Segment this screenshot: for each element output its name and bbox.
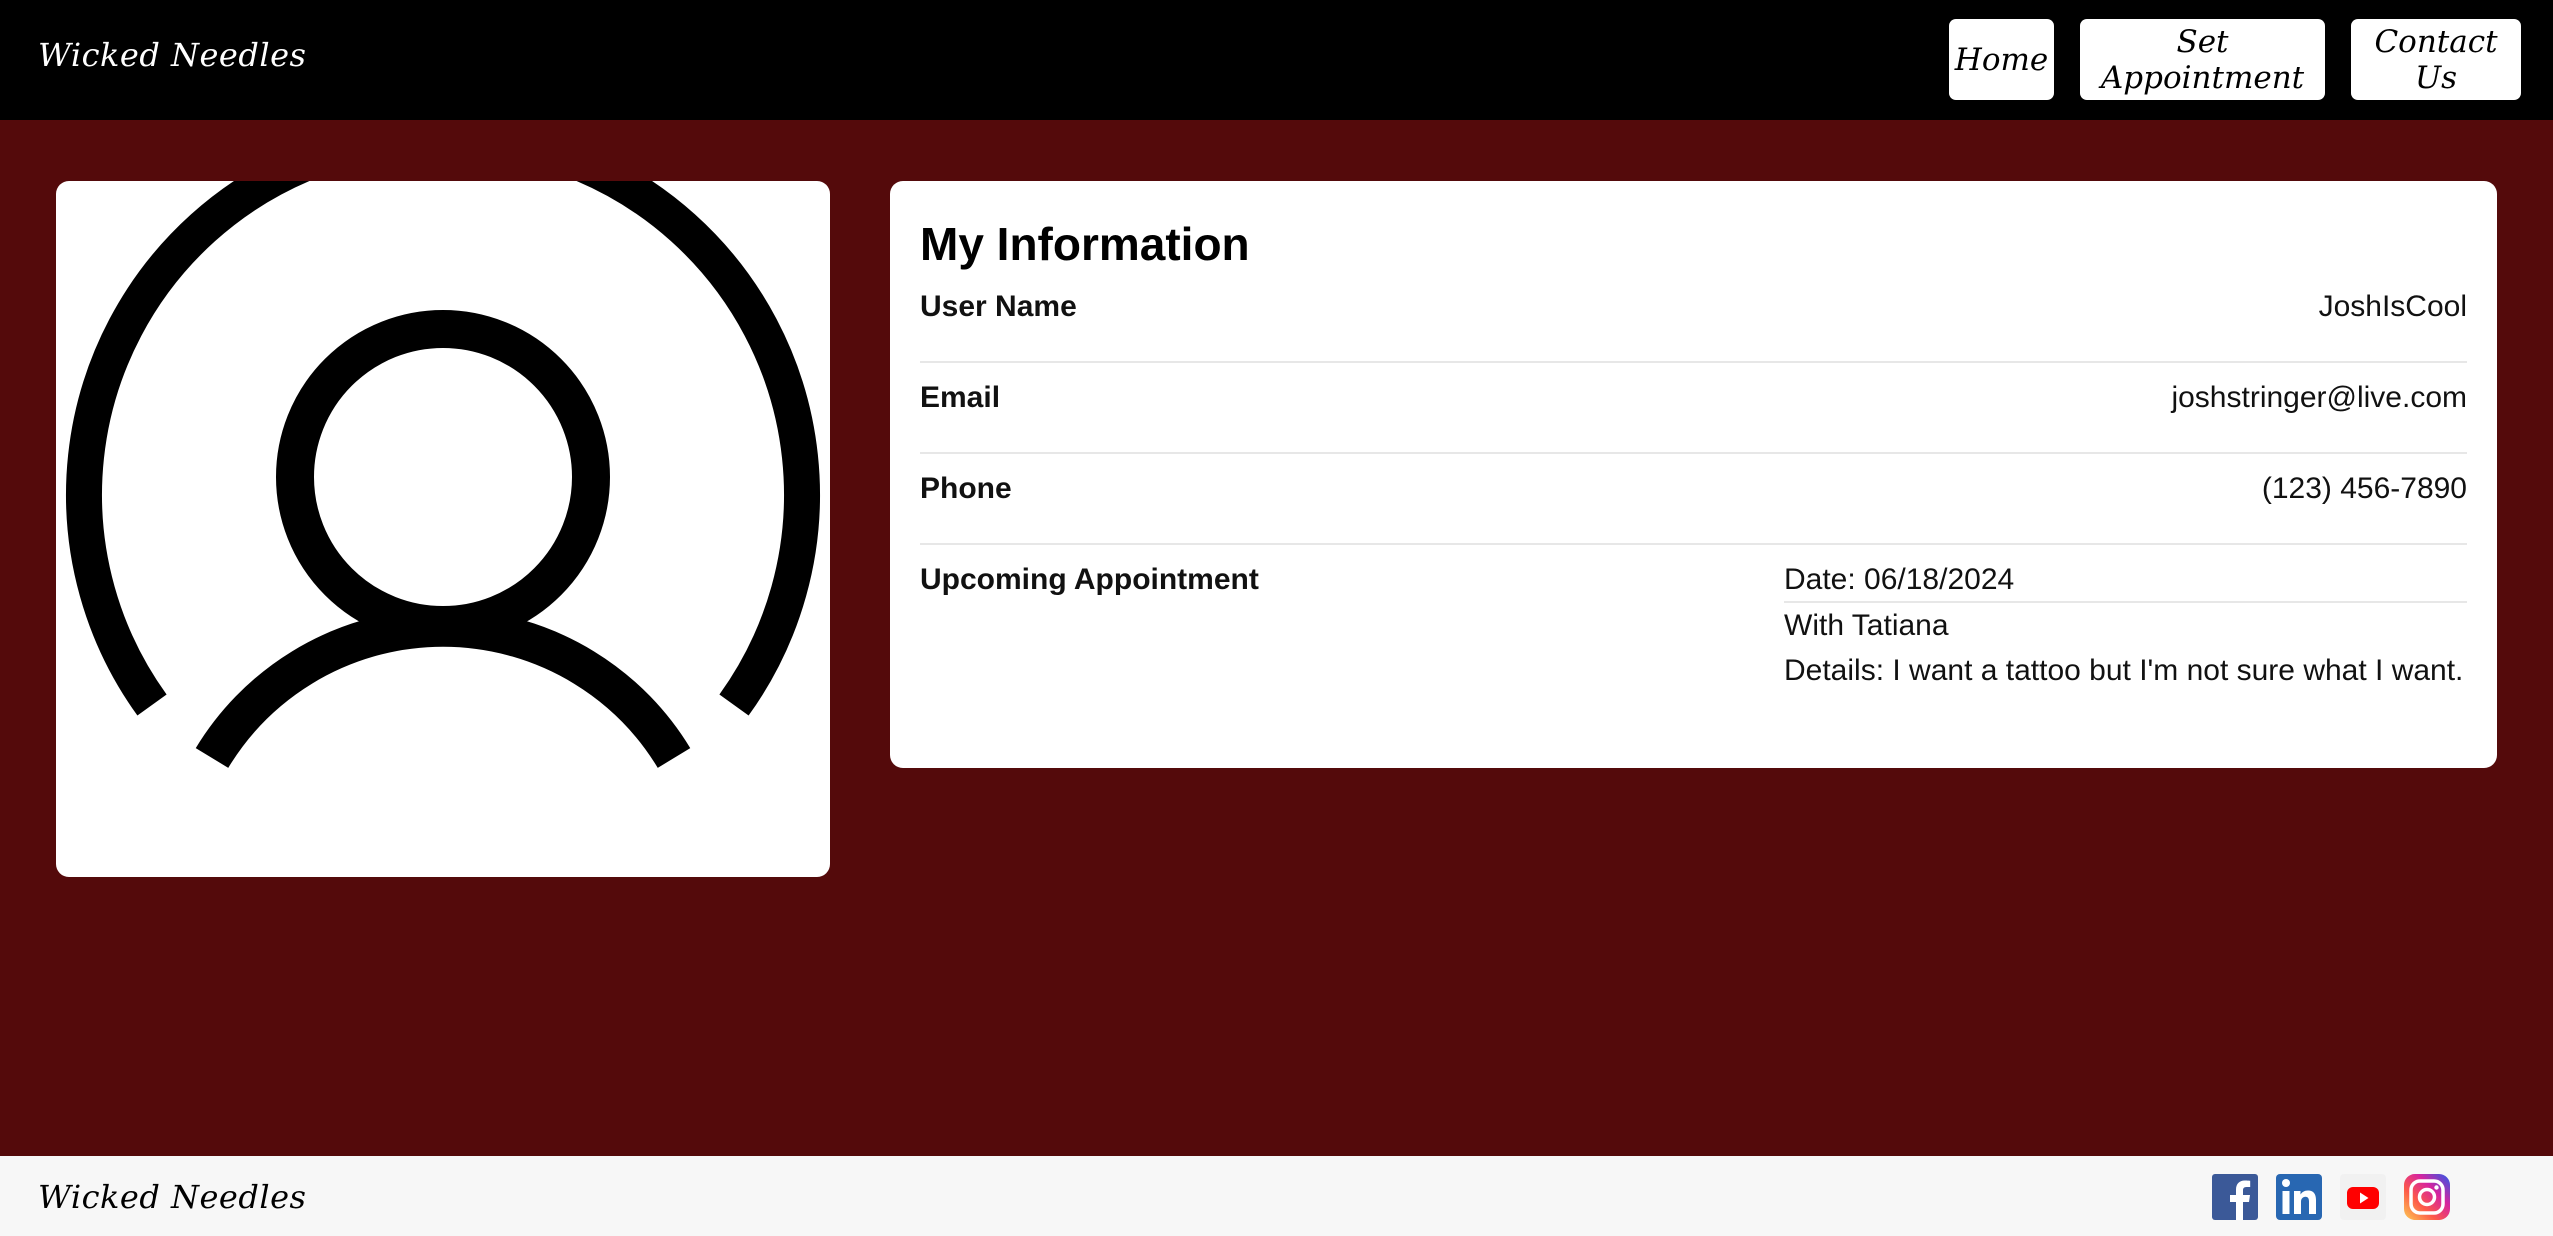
footer-brand: Wicked Needles: [38, 1178, 307, 1216]
appointment-date: Date: 06/18/2024: [1784, 557, 2467, 603]
email-row: Email joshstringer@live.com: [920, 361, 2467, 454]
user-name-label: User Name: [920, 290, 1077, 323]
appointment-details: Date: 06/18/2024 With Tatiana Details: I…: [1784, 557, 2467, 693]
appointment-artist: With Tatiana: [1784, 609, 1949, 642]
appointment-description: Details: I want a tattoo but I'm not sur…: [1784, 654, 2464, 687]
phone-label: Phone: [920, 472, 1012, 505]
top-navbar: Wicked Needles Home Set Appointment Cont…: [0, 0, 2553, 120]
instagram-icon[interactable]: [2404, 1174, 2450, 1220]
facebook-icon[interactable]: [2212, 1174, 2258, 1220]
user-name-value: JoshIsCool: [2318, 290, 2467, 323]
phone-value: (123) 456-7890: [2261, 472, 2467, 505]
email-label: Email: [920, 381, 1001, 414]
social-links: [2212, 1174, 2450, 1220]
upcoming-appointment-row: Upcoming Appointment Date: 06/18/2024 Wi…: [920, 543, 2467, 743]
my-information-card: My Information User Name JoshIsCool Emai…: [890, 181, 2497, 768]
page-title: My Information: [920, 218, 1250, 270]
phone-row: Phone (123) 456-7890: [920, 452, 2467, 545]
nav-contact-us-button[interactable]: Contact Us: [2351, 19, 2521, 100]
footer: Wicked Needles: [0, 1156, 2553, 1236]
user-name-row: User Name JoshIsCool: [920, 270, 2467, 363]
email-value: joshstringer@live.com: [2171, 381, 2467, 414]
nav-home-button[interactable]: Home: [1949, 19, 2054, 100]
user-profile-icon: [66, 181, 820, 768]
brand-logo[interactable]: Wicked Needles: [38, 36, 306, 74]
nav-set-appointment-button[interactable]: Set Appointment: [2080, 19, 2325, 100]
linkedin-icon[interactable]: [2276, 1174, 2322, 1220]
youtube-icon[interactable]: [2340, 1174, 2386, 1220]
profile-avatar-card: [56, 181, 830, 877]
main-nav: Home Set Appointment Contact Us: [1949, 19, 2521, 100]
upcoming-appointment-label: Upcoming Appointment: [920, 563, 1259, 596]
